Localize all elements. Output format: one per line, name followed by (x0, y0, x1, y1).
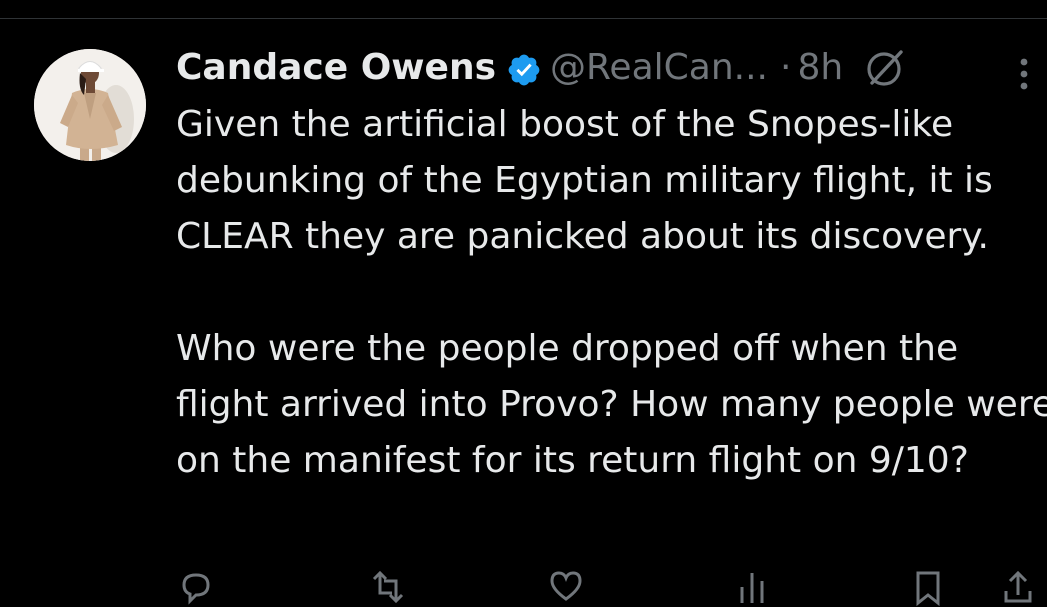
bookmark-icon (908, 567, 948, 607)
reply-button[interactable] (176, 567, 216, 607)
verified-badge-icon[interactable] (506, 50, 542, 86)
author-handle[interactable]: @RealCan... (550, 41, 768, 95)
tweet-paragraph-2: Who were the people dropped off when the… (176, 328, 1047, 481)
repost-button[interactable] (366, 567, 410, 607)
views-button[interactable] (732, 567, 772, 607)
avatar[interactable] (34, 49, 146, 161)
share-button[interactable] (998, 567, 1038, 607)
like-icon (546, 567, 586, 607)
tweet-actions (176, 567, 1036, 607)
bookmark-button[interactable] (908, 567, 948, 607)
tweet-timestamp[interactable]: 8h (797, 41, 843, 95)
views-icon (732, 567, 772, 607)
repost-icon (366, 567, 410, 607)
author-display-name[interactable]: Candace Owens (176, 41, 496, 95)
tweet[interactable]: Candace Owens @RealCan... · 8h Given the… (0, 19, 1047, 607)
grok-icon[interactable] (863, 46, 907, 90)
like-button[interactable] (546, 567, 586, 607)
header-separator: · (779, 47, 792, 88)
tweet-header: Candace Owens @RealCan... · 8h (176, 41, 907, 95)
tweet-text: Given the artificial boost of the Snopes… (176, 97, 1047, 489)
share-icon (998, 567, 1038, 607)
more-options-icon[interactable] (1012, 53, 1036, 97)
tweet-paragraph-1: Given the artificial boost of the Snopes… (176, 104, 993, 257)
reply-icon (176, 567, 216, 607)
